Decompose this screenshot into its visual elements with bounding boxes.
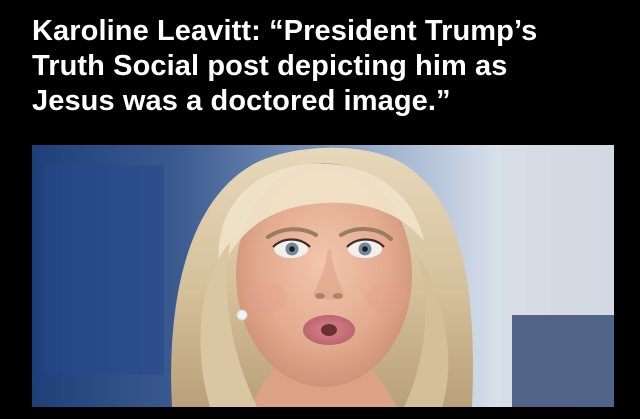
background-dark-corner <box>512 315 614 407</box>
news-photo <box>32 145 614 407</box>
left-pupil <box>289 246 295 252</box>
headline-text: Karoline Leavitt: “President Trump’s Tru… <box>32 14 632 119</box>
mouth-opening <box>321 324 337 336</box>
right-pupil <box>362 246 368 252</box>
portrait-illustration <box>32 145 614 407</box>
right-nostril <box>333 293 343 299</box>
right-cheek-blush <box>366 282 410 314</box>
left-earring <box>236 309 248 321</box>
background-blue-panel <box>44 165 164 375</box>
left-cheek-blush <box>243 282 287 314</box>
headline-line-3: Jesus was a doctored image.” <box>32 85 451 117</box>
headline-line-2: Truth Social post depicting him as <box>32 50 508 82</box>
headline-line-1: Karoline Leavitt: “President Trump’s <box>32 15 538 47</box>
left-nostril <box>315 293 325 299</box>
